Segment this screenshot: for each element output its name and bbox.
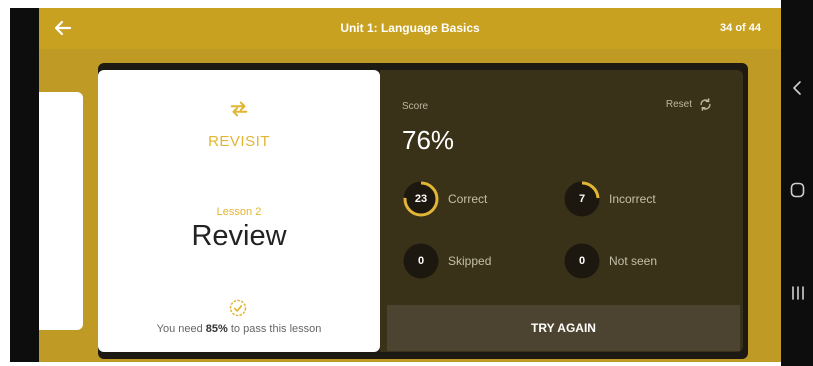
reset-label: Reset [665, 99, 692, 110]
incorrect-ring: 7 [563, 180, 601, 218]
skipped-label: Skipped [448, 254, 492, 268]
score-label: Score [402, 101, 429, 112]
refresh-icon [700, 98, 711, 111]
lesson-card: REVISIT Lesson 2 Review You need 85% to … [98, 70, 380, 352]
correct-label: Correct [448, 192, 488, 206]
app-bar: Unit 1: Language Basics 34 of 44 [39, 8, 781, 49]
lesson-number: Lesson 2 [216, 206, 262, 218]
lesson-title: Review [191, 220, 287, 252]
stat-skipped: 0 Skipped [402, 242, 491, 280]
pass-requirement: You need 85% to pass this lesson [98, 323, 380, 335]
page-title: Unit 1: Language Basics [340, 21, 480, 35]
pass-percent: 85% [205, 323, 228, 335]
nav-home-icon[interactable] [790, 182, 805, 198]
stat-correct: 23 Correct [402, 180, 487, 218]
check-badge-icon [229, 299, 247, 317]
pass-note-suffix: to pass this lesson [227, 323, 322, 335]
skipped-ring: 0 [402, 242, 440, 280]
not-seen-count: 0 [578, 255, 586, 267]
pass-note-prefix: You need [156, 323, 206, 335]
incorrect-count: 7 [578, 193, 586, 205]
score-value: 76% [402, 125, 455, 155]
lesson-status: REVISIT [208, 133, 270, 150]
not-seen-ring: 0 [563, 242, 601, 280]
not-seen-label: Not seen [609, 254, 658, 268]
previous-lesson-card[interactable] [39, 92, 83, 330]
incorrect-label: Incorrect [609, 192, 656, 206]
screen-margin [0, 0, 10, 366]
try-again-button[interactable]: TRY AGAIN [387, 305, 740, 351]
stat-not-seen: 0 Not seen [563, 242, 657, 280]
nav-back-icon[interactable] [791, 80, 803, 96]
repeat-icon [230, 101, 248, 117]
correct-count: 23 [414, 193, 428, 205]
score-panel: Score Reset 76% 23 Correct 7 Incorrect 0… [380, 70, 743, 352]
skipped-count: 0 [417, 255, 425, 267]
progress-count: 34 of 44 [720, 22, 761, 34]
android-nav-bar [781, 0, 813, 366]
reset-button[interactable]: Reset [666, 97, 713, 112]
correct-ring: 23 [402, 180, 440, 218]
device-bezel [10, 8, 39, 362]
stat-incorrect: 7 Incorrect [563, 180, 656, 218]
nav-recents-icon[interactable] [791, 286, 805, 300]
app-screen: Unit 1: Language Basics 34 of 44 REVISIT… [39, 8, 781, 362]
